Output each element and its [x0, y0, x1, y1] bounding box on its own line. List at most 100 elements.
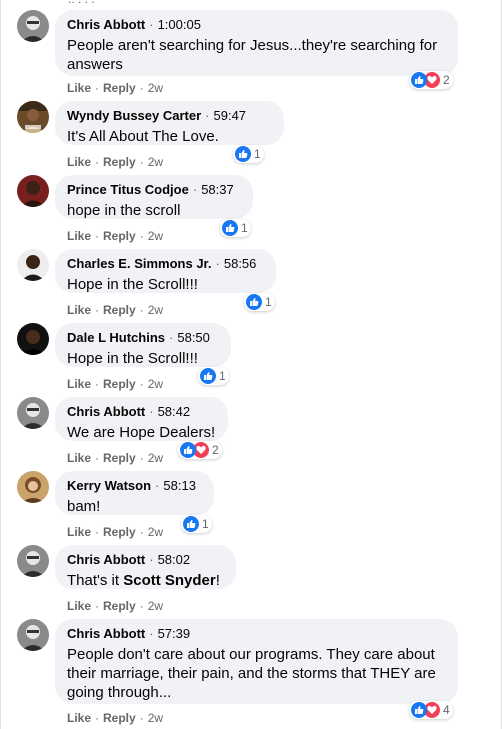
avatar[interactable]	[17, 545, 49, 577]
reaction-count: 1	[202, 517, 209, 531]
comment-text: It's All About The Love.	[67, 128, 219, 145]
reply-link[interactable]: Reply	[103, 303, 136, 317]
comment-author[interactable]: Chris Abbott	[67, 17, 145, 32]
reaction-count: 1	[265, 295, 272, 309]
comment-age[interactable]: 2w	[148, 377, 163, 391]
comment-timestamp[interactable]: 58:56	[224, 256, 257, 271]
comment-text: People don't care about our programs. Th…	[67, 646, 436, 701]
like-link[interactable]: Like	[67, 599, 91, 613]
comment-age[interactable]: 2w	[148, 711, 163, 725]
comment-timestamp[interactable]: 1:00:05	[158, 17, 201, 32]
comment-timestamp[interactable]: 58:02	[158, 552, 191, 567]
reply-link[interactable]: Reply	[103, 525, 136, 539]
comment-author[interactable]: Kerry Watson	[67, 478, 151, 493]
comment-text: Hope in the Scroll!!!	[67, 350, 198, 367]
comment-author[interactable]: Dale L Hutchins	[67, 330, 165, 345]
avatar[interactable]	[17, 619, 49, 651]
comment-text: hope in the scroll	[67, 202, 181, 219]
comment-text: That's it Scott Snyder!	[67, 571, 224, 590]
mention-link[interactable]: Scott Snyder	[123, 572, 216, 589]
reply-link[interactable]: Reply	[103, 599, 136, 613]
comment-timestamp[interactable]: 58:42	[158, 404, 191, 419]
reply-link[interactable]: Reply	[103, 155, 136, 169]
reaction-summary[interactable]: 4	[409, 701, 453, 719]
comment-text: We are Hope Dealers!	[67, 424, 216, 441]
reaction-summary[interactable]: 1	[233, 145, 264, 163]
comment-text-suffix: !	[215, 572, 220, 589]
comment-text-prefix: That's it	[67, 572, 124, 589]
comment-bubble: Wyndy Bussey Carter · 59:47 It's All About…	[55, 101, 284, 145]
like-link[interactable]: Like	[67, 377, 91, 391]
comment-bubble: Prince Titus Codjoe · 58:37 hope in the sc…	[55, 175, 253, 219]
avatar[interactable]	[17, 10, 49, 42]
comment-actions: Like · Reply · 2w	[67, 377, 164, 391]
comment-actions: Like · Reply · 2w	[67, 229, 164, 243]
comment-author[interactable]: Chris Abbott	[67, 404, 145, 419]
comment-author[interactable]: Wyndy Bussey Carter	[67, 108, 201, 123]
like-link[interactable]: Like	[67, 451, 91, 465]
like-link[interactable]: Like	[67, 711, 91, 725]
comment-author[interactable]: Charles E. Simmons Jr.	[67, 256, 212, 271]
comment-age[interactable]: 2w	[148, 229, 163, 243]
reply-link[interactable]: Reply	[103, 81, 136, 95]
like-reaction-icon	[200, 368, 216, 384]
avatar[interactable]	[17, 175, 49, 207]
comment-bubble: Charles E. Simmons Jr. · 58:56 Hope in the…	[55, 249, 276, 293]
reaction-count: 1	[241, 221, 248, 235]
comment-text: Hope in the Scroll!!!	[67, 276, 198, 293]
avatar[interactable]	[17, 323, 49, 355]
comment-timestamp[interactable]: 58:50	[177, 330, 210, 345]
comment-age[interactable]: 2w	[148, 155, 163, 169]
avatar[interactable]	[17, 397, 49, 429]
comment-timestamp[interactable]: 58:37	[201, 182, 234, 197]
comment-age[interactable]: 2w	[148, 599, 163, 613]
reaction-count: 1	[219, 369, 226, 383]
comment-actions: Like · Reply · 2w	[67, 711, 164, 725]
reaction-summary[interactable]: 1	[244, 293, 275, 311]
comment-text: bam!	[67, 498, 101, 515]
reaction-summary[interactable]: 2	[178, 441, 222, 459]
like-link[interactable]: Like	[67, 525, 91, 539]
comment-author[interactable]: Prince Titus Codjoe	[67, 182, 189, 197]
like-link[interactable]: Like	[67, 81, 91, 95]
comment-age[interactable]: 2w	[148, 525, 163, 539]
reaction-count: 1	[254, 147, 261, 161]
comment-actions: Like · Reply · 2w	[67, 303, 164, 317]
reaction-summary[interactable]: 1	[181, 515, 212, 533]
reply-link[interactable]: Reply	[103, 451, 136, 465]
reply-link[interactable]: Reply	[103, 711, 136, 725]
comment-bubble: Chris Abbott · 1:00:05 People aren't searc…	[55, 10, 458, 76]
reaction-count: 2	[443, 73, 450, 87]
reply-link[interactable]: Reply	[103, 229, 136, 243]
reaction-count: 4	[443, 703, 450, 717]
like-link[interactable]: Like	[67, 229, 91, 243]
comment-timestamp[interactable]: 58:13	[163, 478, 196, 493]
avatar[interactable]	[17, 101, 49, 133]
comment-age[interactable]: 2w	[148, 303, 163, 317]
comment-timestamp[interactable]: 57:39	[158, 626, 191, 641]
comment-timestamp[interactable]: 59:47	[214, 108, 247, 123]
previous-comment-fragment: .. . . .	[0, 0, 502, 5]
avatar[interactable]	[17, 249, 49, 281]
like-reaction-icon	[180, 442, 196, 458]
comment-age[interactable]: 2w	[148, 451, 163, 465]
like-link[interactable]: Like	[67, 303, 91, 317]
comment-bubble: Chris Abbott · 58:02 That's it Scott Snyde…	[55, 545, 236, 589]
comment-actions: Like · Reply · 2w	[67, 525, 164, 539]
like-reaction-icon	[222, 220, 238, 236]
avatar[interactable]	[17, 471, 49, 503]
reaction-summary[interactable]: 1	[198, 367, 229, 385]
like-reaction-icon	[411, 72, 427, 88]
reaction-summary[interactable]: 2	[409, 71, 453, 89]
left-border	[0, 0, 1, 729]
reaction-summary[interactable]: 1	[220, 219, 251, 237]
like-reaction-icon	[411, 702, 427, 718]
comment-author[interactable]: Chris Abbott	[67, 626, 145, 641]
comment-author[interactable]: Chris Abbott	[67, 552, 145, 567]
comment-age[interactable]: 2w	[148, 81, 163, 95]
comment-actions: Like · Reply · 2w	[67, 599, 164, 613]
like-reaction-icon	[246, 294, 262, 310]
like-reaction-icon	[183, 516, 199, 532]
like-link[interactable]: Like	[67, 155, 91, 169]
reply-link[interactable]: Reply	[103, 377, 136, 391]
